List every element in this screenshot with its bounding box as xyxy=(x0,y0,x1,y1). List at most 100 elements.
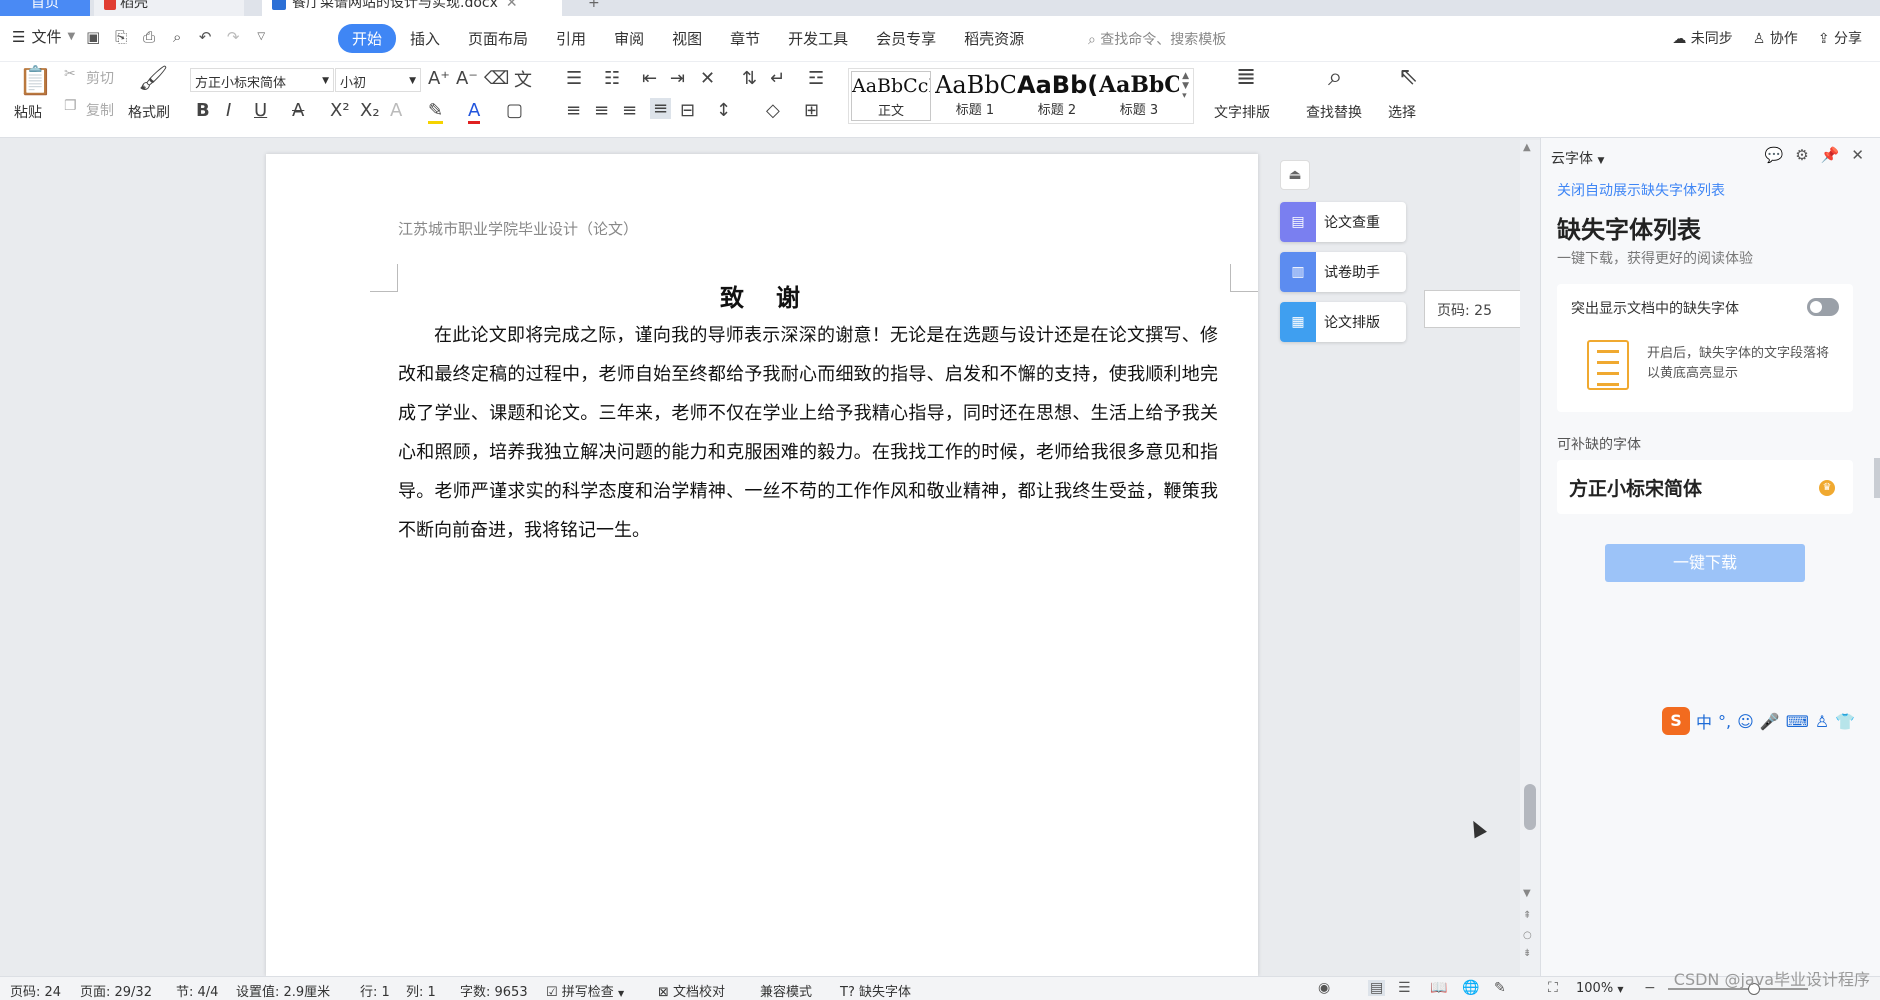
paste-button[interactable]: 粘贴 xyxy=(14,102,42,122)
vertical-scrollbar[interactable]: ▲ ▼ ⇞ ○ ⇟ xyxy=(1520,140,1540,976)
close-icon[interactable]: ✕ xyxy=(506,0,518,11)
collapse-tools-button[interactable]: ⏏ xyxy=(1280,160,1310,190)
align-center-icon[interactable]: ≡ xyxy=(594,100,609,121)
scroll-down-icon[interactable]: ▼ xyxy=(1523,888,1531,899)
pin-icon[interactable]: 📌 xyxy=(1821,146,1840,164)
underline-icon[interactable]: U xyxy=(254,100,267,121)
eye-protection-icon[interactable]: ◉ xyxy=(1318,980,1330,996)
acknowledgement-body[interactable]: 在此论文即将完成之际，谨向我的导师表示深深的谢意！无论是在选题与设计还是在论文撰… xyxy=(398,316,1218,550)
select-browse-icon[interactable]: ○ xyxy=(1523,930,1532,941)
tab-start[interactable]: 开始 xyxy=(338,24,397,53)
font-name-select[interactable]: 方正小标宋简体 ▼ xyxy=(190,68,334,92)
format-painter-button[interactable]: 格式刷 xyxy=(128,102,170,122)
justify-icon[interactable]: ≡ xyxy=(650,98,672,119)
status-page-count[interactable]: 页面: 29/32 xyxy=(80,981,152,1000)
gallery-more-icon[interactable]: ▲ ▼ ▾ xyxy=(1182,71,1189,101)
paper-check-button[interactable]: ▤ 论文查重 xyxy=(1280,202,1406,242)
status-section[interactable]: 节: 4/4 xyxy=(176,981,218,1000)
feedback-icon[interactable]: 💬 xyxy=(1765,146,1784,164)
highlight-missing-toggle[interactable] xyxy=(1807,298,1839,316)
strikethrough-icon[interactable]: A xyxy=(292,100,304,121)
save-icon[interactable]: ▣ xyxy=(83,27,103,47)
style-heading-1[interactable]: AaBbC 标题 1 xyxy=(935,71,1015,121)
cut-button[interactable]: 剪切 xyxy=(86,68,114,88)
status-column[interactable]: 列: 1 xyxy=(406,981,436,1000)
grow-font-icon[interactable]: A⁺ xyxy=(428,68,450,89)
select-button[interactable]: 选择 xyxy=(1388,102,1416,122)
fit-page-icon[interactable]: ⛶ xyxy=(1548,980,1558,996)
font-size-select[interactable]: 小初 ▼ xyxy=(335,68,421,92)
print-preview-icon[interactable]: ⌕ xyxy=(167,27,187,47)
undo-icon[interactable]: ↶ xyxy=(195,27,215,47)
scrollbar-thumb[interactable] xyxy=(1524,784,1536,830)
scroll-up-icon[interactable]: ▲ xyxy=(1523,142,1531,153)
export-pdf-icon[interactable]: ⎘ xyxy=(111,27,131,47)
punctuation-icon[interactable]: °, xyxy=(1718,712,1731,731)
shading-icon[interactable]: ◇ xyxy=(766,100,780,121)
numbered-list-icon[interactable]: ☷ xyxy=(604,68,620,89)
status-word-count[interactable]: 字数: 9653 xyxy=(460,981,528,1000)
download-all-button[interactable]: 一键下载 xyxy=(1605,544,1805,582)
align-right-icon[interactable]: ≡ xyxy=(622,100,637,121)
sort-icon[interactable]: ⇅ xyxy=(742,68,757,89)
document-page[interactable]: 江苏城市职业学院毕业设计（论文） 致 谢 在此论文即将完成之际，谨向我的导师表示… xyxy=(266,154,1258,976)
tab-document[interactable]: 餐厅菜谱网站的设计与实现.docx ✕ xyxy=(262,0,562,16)
page-view-icon[interactable]: ▤ xyxy=(1368,980,1386,996)
superscript-icon[interactable]: X² xyxy=(330,100,350,121)
highlight-icon[interactable]: ✎ xyxy=(428,100,444,124)
print-icon[interactable]: ⎙ xyxy=(139,27,159,47)
tab-view[interactable]: 视图 xyxy=(658,24,716,53)
tab-docer-resources[interactable]: 稻壳资源 xyxy=(950,24,1038,53)
tab-review[interactable]: 审阅 xyxy=(600,24,658,53)
web-view-icon[interactable]: 🌐 xyxy=(1462,980,1479,996)
sync-button[interactable]: ☁ 未同步 xyxy=(1672,28,1732,48)
command-search[interactable]: ⌕ 查找命令、搜索模板 xyxy=(1088,29,1226,49)
microphone-icon[interactable]: 🎤 xyxy=(1760,712,1780,731)
user-icon[interactable]: ♙ xyxy=(1815,712,1829,731)
exam-assistant-button[interactable]: ▥ 试卷助手 xyxy=(1280,252,1406,292)
style-heading-2[interactable]: AaBb(标题 2 xyxy=(1017,71,1097,121)
table-pen-icon[interactable]: ☲ xyxy=(808,68,824,89)
decrease-indent-icon[interactable]: ⇤ xyxy=(642,68,657,89)
char-border-icon[interactable]: ▢ xyxy=(506,100,523,121)
font-color-icon[interactable]: A xyxy=(468,100,481,124)
status-row[interactable]: 行: 1 xyxy=(360,981,390,1000)
paper-layout-button[interactable]: ▦ 论文排版 xyxy=(1280,302,1406,342)
redo-icon[interactable]: ↷ xyxy=(223,27,243,47)
tab-developer[interactable]: 开发工具 xyxy=(774,24,862,53)
tab-chapter[interactable]: 章节 xyxy=(716,24,774,53)
gear-icon[interactable]: ⚙ xyxy=(1795,146,1808,164)
paste-icon[interactable]: 📋 xyxy=(18,64,53,97)
show-marks-icon[interactable]: ↵ xyxy=(770,68,785,89)
status-setting[interactable]: 设置值: 2.9厘米 xyxy=(236,981,330,1000)
align-left-icon[interactable]: ≡ xyxy=(566,100,581,121)
doc-proofread-button[interactable]: ⊠ 文档校对 xyxy=(658,981,725,1000)
tab-page-layout[interactable]: 页面布局 xyxy=(454,24,542,53)
style-heading-3[interactable]: AaBbC 标题 3 xyxy=(1099,71,1179,121)
missing-font-status[interactable]: T? 缺失字体 xyxy=(840,981,911,1000)
close-icon[interactable]: ✕ xyxy=(1851,146,1864,164)
text-effect-icon[interactable]: A xyxy=(390,100,402,121)
bullet-list-icon[interactable]: ☰ xyxy=(566,68,582,89)
text-layout-button[interactable]: 文字排版 xyxy=(1214,102,1270,122)
chinese-layout-icon[interactable]: ✕ xyxy=(700,68,715,89)
find-replace-button[interactable]: 查找替换 xyxy=(1306,102,1362,122)
collaborate-button[interactable]: ♙ 协作 xyxy=(1753,28,1798,48)
clear-format-icon[interactable]: ⌫ xyxy=(484,68,509,89)
distribute-icon[interactable]: ⊟ xyxy=(680,100,695,121)
tab-home[interactable]: 首页 xyxy=(0,0,90,16)
read-view-icon[interactable]: 📖 xyxy=(1430,980,1447,996)
write-view-icon[interactable]: ✎ xyxy=(1494,980,1506,996)
file-menu-button[interactable]: ☰ 文件 ▼ xyxy=(12,26,75,47)
new-tab-button[interactable]: + xyxy=(578,0,600,16)
panel-header[interactable]: 云字体 ▼ xyxy=(1551,148,1604,168)
shrink-font-icon[interactable]: A⁻ xyxy=(456,68,478,89)
outline-view-icon[interactable]: ☰ xyxy=(1398,980,1411,996)
customize-dropdown-icon[interactable]: ▽ xyxy=(251,27,271,47)
style-normal[interactable]: AaBbCcI 正文 xyxy=(851,71,931,121)
line-spacing-icon[interactable]: ↕ xyxy=(716,100,731,121)
share-button[interactable]: ⇪ 分享 xyxy=(1818,28,1862,48)
bold-icon[interactable]: B xyxy=(196,100,210,121)
tab-insert[interactable]: 插入 xyxy=(396,24,454,53)
missing-font-item[interactable]: 方正小标宋简体 ♛ xyxy=(1557,460,1853,514)
